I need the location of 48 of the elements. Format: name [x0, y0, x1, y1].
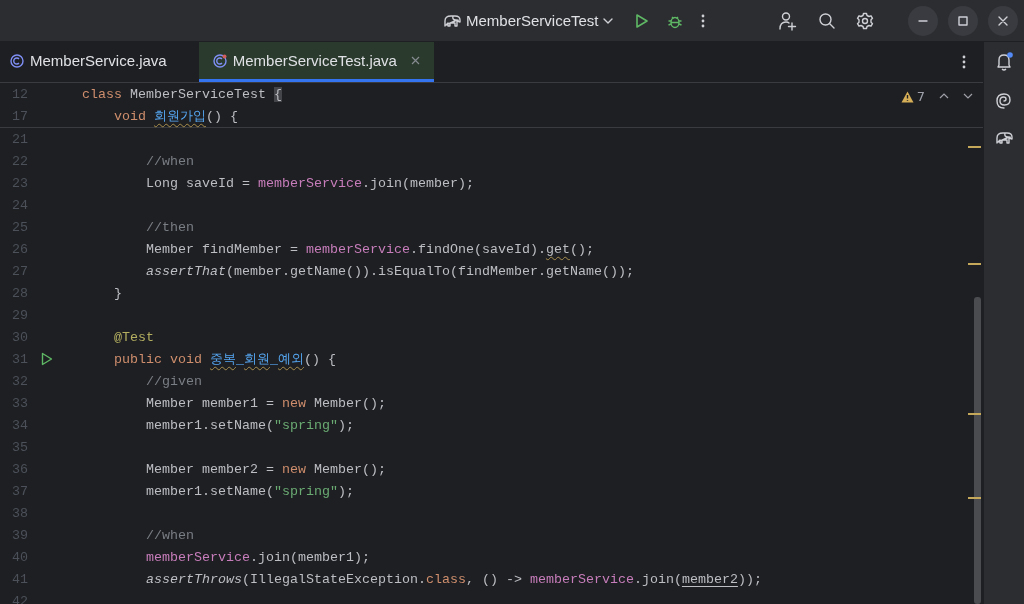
code-line: Long saveId = memberService.join(member); [145, 175, 474, 191]
minimize-button[interactable] [908, 5, 938, 36]
warning-marker[interactable] [968, 497, 981, 499]
code-line: } [113, 285, 122, 301]
warnings-counter[interactable]: 7 [900, 89, 925, 104]
more-icon[interactable] [962, 54, 966, 70]
close-icon[interactable] [410, 56, 420, 65]
code-line: @Test [113, 329, 154, 345]
run-configuration-selector[interactable]: MemberServiceTest [438, 8, 617, 33]
code-line: Member findMember = memberService.findOne(saveId).get(); [145, 241, 594, 257]
warning-marker[interactable] [968, 146, 981, 148]
editor-tab[interactable]: MemberService.java [0, 42, 181, 82]
code-line: class MemberServiceTest { [82, 86, 282, 102]
warning-marker[interactable] [968, 413, 981, 415]
next-highlight-icon[interactable] [963, 92, 973, 100]
class-icon [10, 53, 24, 68]
add-user-icon[interactable] [778, 10, 798, 31]
code-line: Member member1 = new Member(); [145, 395, 386, 411]
code-line: void 회원가입() { [113, 108, 238, 125]
settings-icon[interactable] [856, 11, 874, 30]
close-icon [998, 15, 1008, 26]
spiral-icon[interactable] [995, 92, 1013, 110]
run-icon[interactable] [634, 12, 649, 29]
code-line: Member member2 = new Member(); [145, 461, 386, 477]
test-class-icon [212, 53, 227, 68]
code-line: assertThrows(IllegalStateException.class, () -> memberService.join(member2)); [145, 571, 762, 587]
maximize-icon [958, 15, 968, 26]
code-line: assertThat(member.getName()).isEqualTo(findMember.getName()); [145, 263, 634, 279]
code-line: member1.setName("spring"); [145, 417, 354, 433]
code-line: public void 중복_회원_예외() { [113, 351, 336, 368]
code-line: //when [145, 527, 194, 543]
warning-icon [900, 90, 914, 103]
search-icon[interactable] [818, 11, 836, 30]
chevron-down-icon [602, 16, 613, 25]
code-line: member1.setName("spring"); [145, 483, 354, 499]
editor-tab[interactable]: MemberServiceTest.java [198, 42, 434, 82]
close-button[interactable] [988, 5, 1018, 36]
notifications-icon[interactable] [994, 52, 1014, 72]
maximize-button[interactable] [948, 5, 978, 36]
previous-highlight-icon[interactable] [939, 92, 949, 100]
run-test-icon[interactable] [41, 352, 53, 366]
code-line: //given [145, 373, 202, 389]
code-line: //then [145, 219, 194, 235]
code-line: //when [145, 153, 194, 169]
code-line: memberService.join(member1); [145, 549, 370, 565]
warning-marker[interactable] [968, 263, 981, 265]
more-icon[interactable] [700, 12, 705, 29]
scrollbar-thumb[interactable] [974, 297, 981, 604]
